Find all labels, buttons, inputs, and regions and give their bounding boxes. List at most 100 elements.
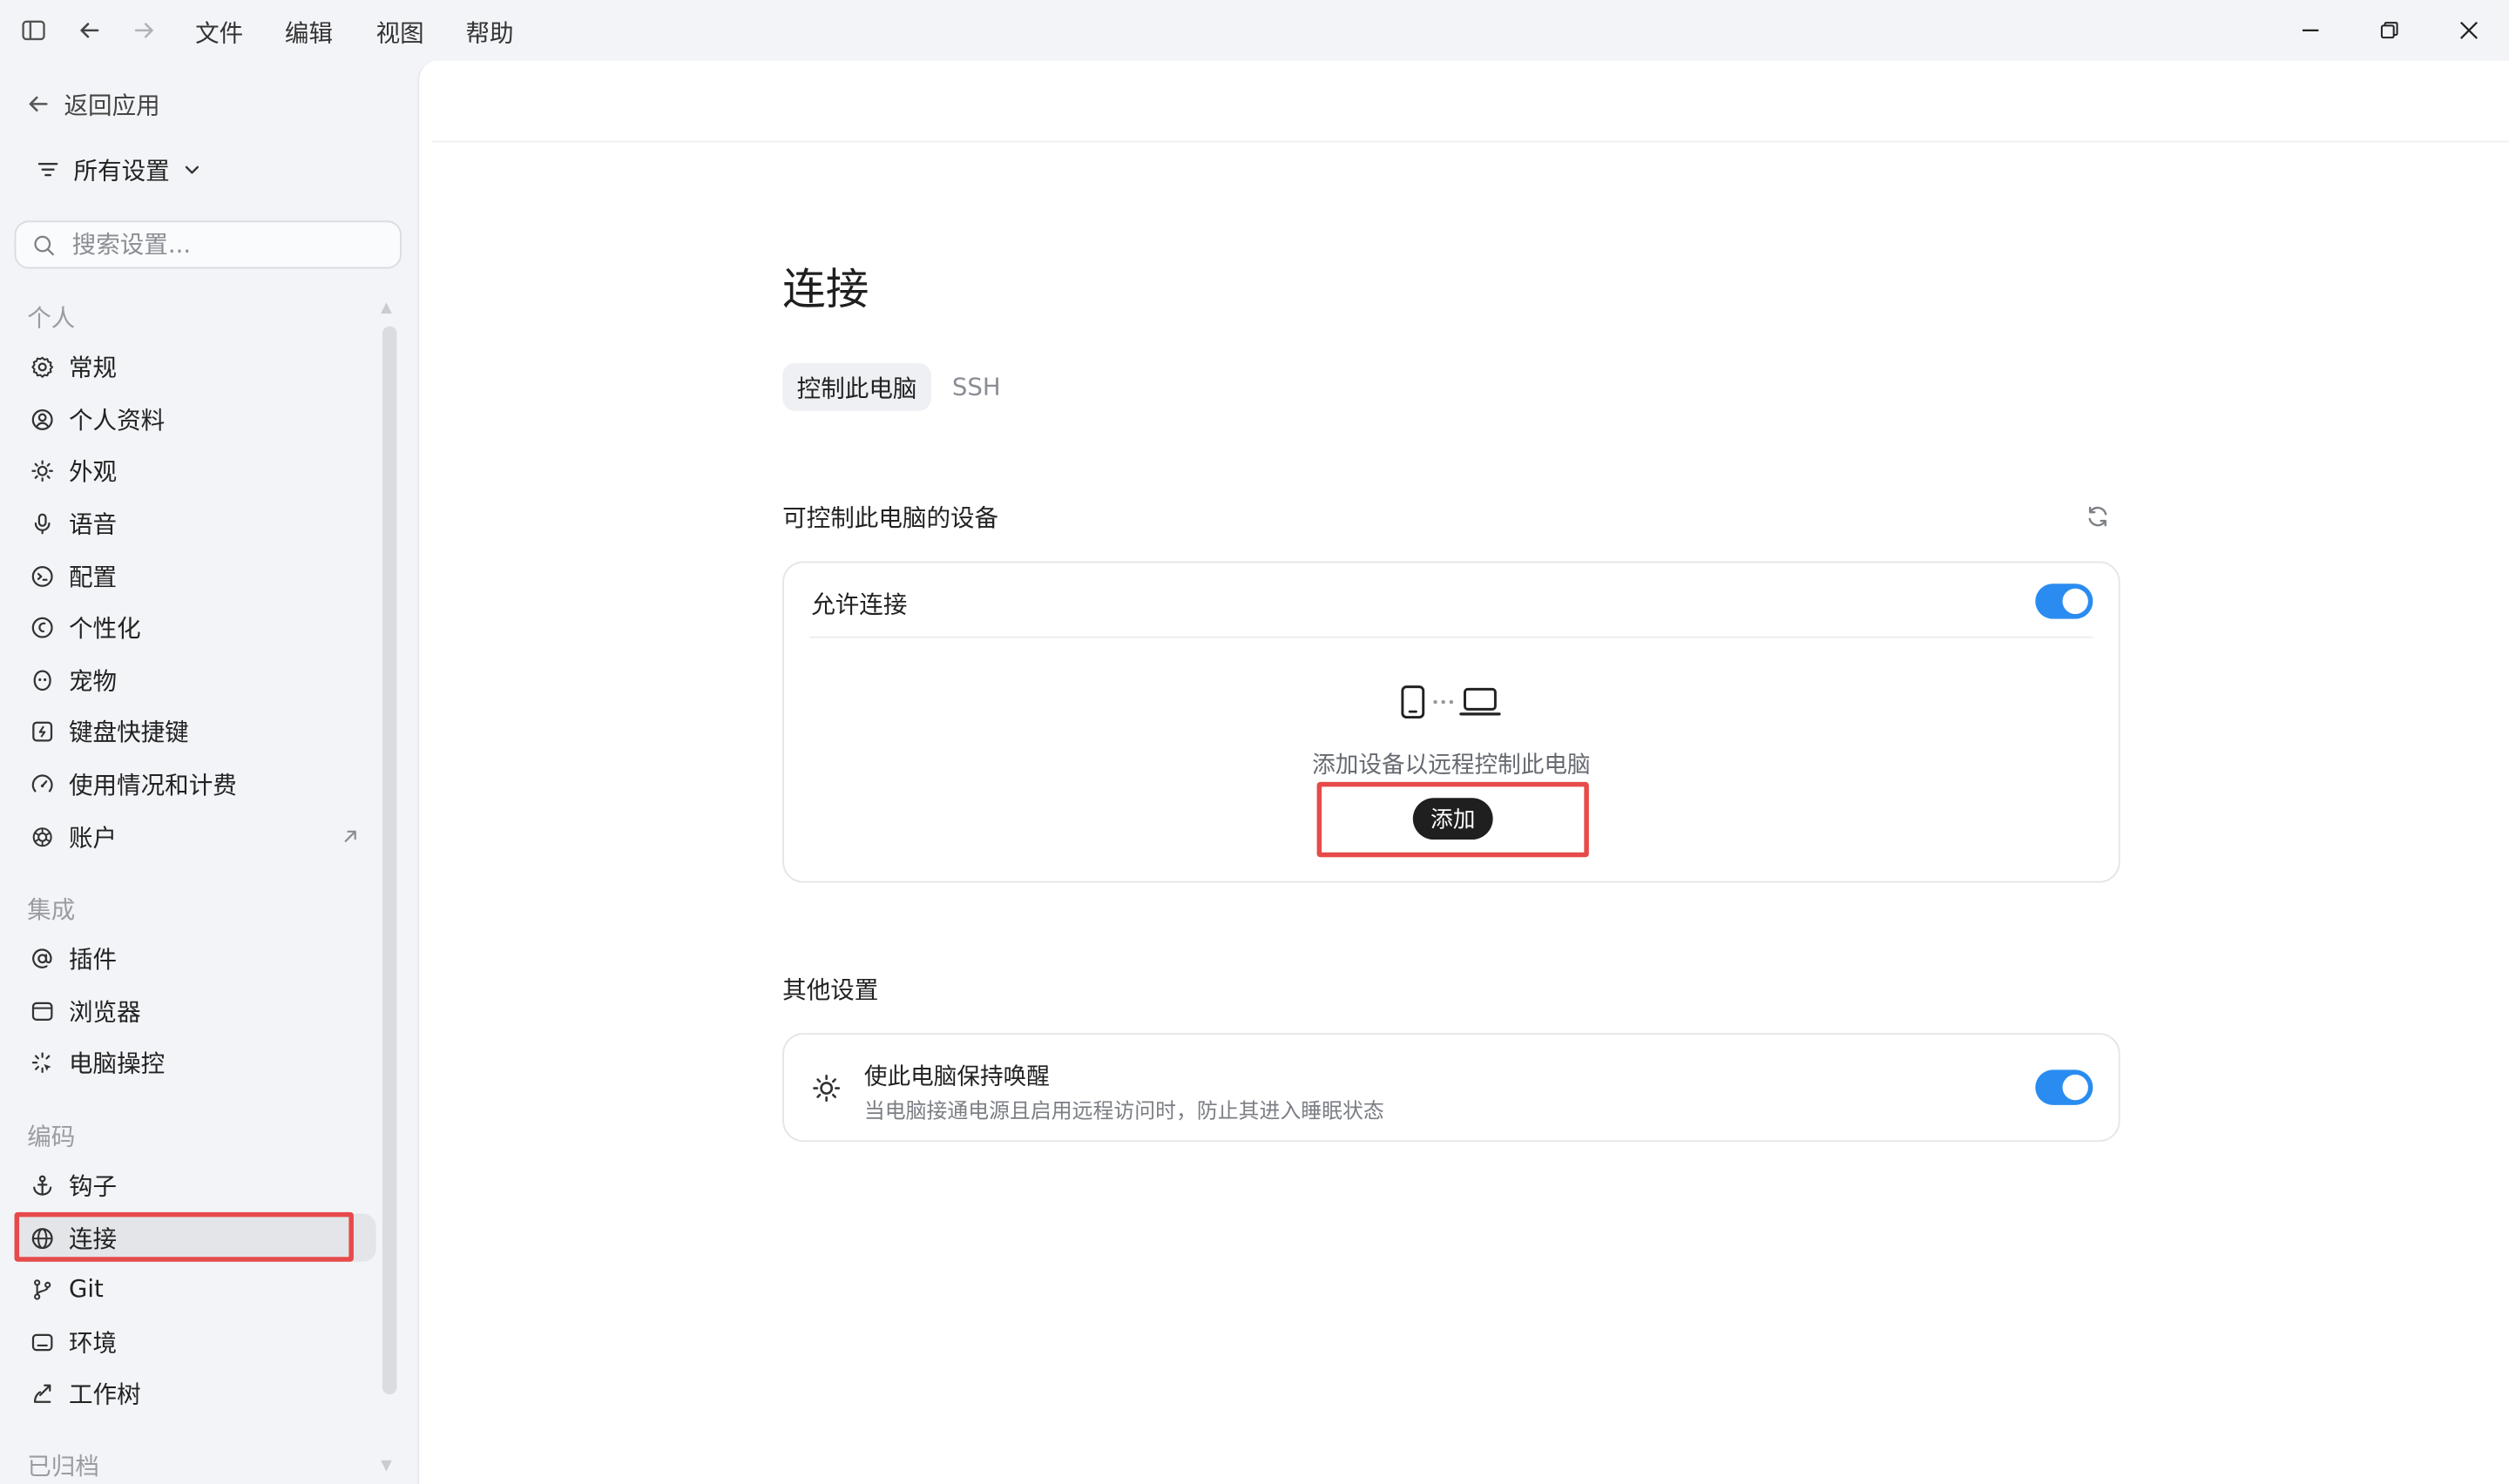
allow-connection-toggle[interactable] — [2035, 583, 2093, 619]
sidebar-item-profile[interactable]: 个人资料 — [15, 395, 376, 443]
back-to-app-link[interactable]: 返回应用 — [25, 86, 160, 121]
sidebar-item-label: Git — [68, 1274, 104, 1304]
git-branch-icon — [29, 1276, 54, 1301]
keep-awake-description: 当电脑接通电源且启用远程访问时，防止其进入睡眠状态 — [863, 1100, 1384, 1124]
filter-icon — [35, 157, 60, 182]
tab-control-this-pc[interactable]: 控制此电脑 — [782, 362, 931, 411]
all-settings-dropdown[interactable]: 所有设置 — [35, 152, 201, 186]
search-input[interactable] — [71, 230, 376, 260]
card-divider — [809, 636, 2093, 638]
sidebar-item-label: 个性化 — [68, 613, 141, 643]
menu-help[interactable]: 帮助 — [465, 16, 513, 50]
menu-view[interactable]: 视图 — [376, 16, 424, 50]
sidebar-item-browser[interactable]: 浏览器 — [15, 987, 376, 1035]
devices-section-title: 可控制此电脑的设备 — [782, 503, 999, 533]
laptop-icon — [1459, 686, 1501, 718]
sidebar-toggle-icon[interactable] — [17, 15, 50, 47]
section-archived: 已归档 — [27, 1452, 99, 1481]
sidebar-item-label: 外观 — [68, 456, 118, 486]
sidebar-item-environment[interactable]: 环境 — [15, 1318, 376, 1366]
sidebar-item-worktree[interactable]: 工作树 — [15, 1369, 376, 1417]
back-arrow-icon[interactable] — [73, 15, 105, 47]
arrow-left-icon — [25, 91, 51, 117]
settings-main-panel: 连接 控制此电脑 SSH 可控制此电脑的设备 允许连接 添加设备以远程控制此电脑… — [417, 60, 2509, 1484]
tab-ssh[interactable]: SSH — [937, 363, 1015, 411]
worktree-icon — [29, 1380, 54, 1406]
toggle-knob — [2062, 1074, 2088, 1101]
sidebar-item-connections[interactable]: 连接 — [14, 1213, 376, 1262]
title-bar: 文件 编辑 视图 帮助 — [0, 0, 2509, 61]
at-icon — [29, 945, 54, 970]
menu-edit[interactable]: 编辑 — [285, 16, 333, 50]
other-settings-title: 其他设置 — [782, 975, 879, 1005]
sun-icon — [811, 1073, 842, 1103]
sidebar-item-label: 账户 — [68, 822, 118, 852]
forward-arrow-icon[interactable] — [128, 15, 160, 47]
add-device-button[interactable]: 添加 — [1412, 798, 1493, 840]
sidebar-item-label: 钩子 — [68, 1171, 118, 1201]
refresh-icon[interactable] — [2085, 503, 2110, 536]
sidebar-item-label: 个人资料 — [68, 405, 166, 435]
minimize-icon[interactable] — [2293, 13, 2328, 48]
openai-icon — [29, 824, 54, 849]
settings-sidebar: 返回应用 所有设置 个人 常规 个人资料 — [0, 61, 416, 1484]
device-illustration — [1398, 685, 1501, 719]
sidebar-item-label: 配置 — [68, 562, 118, 591]
devices-card: 允许连接 添加设备以远程控制此电脑 添加 — [782, 561, 2120, 883]
restore-icon[interactable] — [2371, 13, 2406, 48]
sidebar-item-label: 插件 — [68, 944, 118, 974]
browser-icon — [29, 998, 54, 1023]
sidebar-item-label: 工作树 — [68, 1379, 141, 1408]
keep-awake-title: 使此电脑保持唤醒 — [863, 1064, 1050, 1091]
dots-icon — [1432, 698, 1455, 707]
sidebar-item-git[interactable]: Git — [15, 1265, 376, 1312]
sidebar-item-label: 电脑操控 — [68, 1048, 166, 1077]
allow-connection-label: 允许连接 — [811, 590, 908, 619]
connection-tabs: 控制此电脑 SSH — [782, 362, 1015, 411]
sidebar-item-general[interactable]: 常规 — [15, 342, 376, 390]
chevron-down-icon — [182, 160, 201, 179]
globe-icon — [29, 1225, 54, 1251]
smile-icon — [29, 614, 54, 639]
sidebar-item-plugins[interactable]: 插件 — [15, 934, 376, 981]
toggle-knob — [2062, 588, 2088, 615]
config-icon — [29, 563, 54, 588]
scroll-down-arrow-icon[interactable]: ▼ — [381, 1459, 392, 1474]
sidebar-item-label: 常规 — [68, 352, 118, 381]
close-icon[interactable] — [2452, 13, 2486, 48]
keyboard-icon — [29, 718, 54, 743]
other-settings-card: 使此电脑保持唤醒 当电脑接通电源且启用远程访问时，防止其进入睡眠状态 — [782, 1033, 2120, 1143]
sidebar-item-label: 键盘快捷键 — [68, 717, 189, 746]
sidebar-item-account[interactable]: 账户 — [15, 813, 376, 860]
gauge-icon — [29, 771, 54, 796]
sidebar-item-label: 语音 — [68, 509, 118, 538]
sidebar-item-config[interactable]: 配置 — [15, 551, 376, 599]
search-icon — [32, 233, 57, 257]
scroll-up-arrow-icon[interactable]: ▲ — [381, 300, 392, 316]
all-settings-label: 所有设置 — [73, 156, 170, 186]
sidebar-item-pets[interactable]: 宠物 — [15, 656, 376, 704]
sidebar-item-label: 环境 — [68, 1327, 118, 1358]
sidebar-item-voice[interactable]: 语音 — [15, 499, 376, 547]
sidebar-item-label: 浏览器 — [68, 996, 141, 1026]
page-title: 连接 — [782, 265, 869, 315]
empty-state-text: 添加设备以远程控制此电脑 — [1312, 752, 1591, 779]
sidebar-item-appearance[interactable]: 外观 — [15, 446, 376, 494]
user-circle-icon — [29, 406, 54, 431]
sidebar-item-shortcuts[interactable]: 键盘快捷键 — [15, 707, 376, 755]
terminal-icon — [29, 1329, 54, 1354]
sun-icon — [29, 457, 54, 482]
gear-icon — [29, 354, 54, 379]
sidebar-item-computer-use[interactable]: 电脑操控 — [15, 1038, 376, 1086]
keep-awake-toggle[interactable] — [2035, 1069, 2093, 1105]
sidebar-item-personalization[interactable]: 个性化 — [15, 603, 376, 651]
sidebar-item-label: 使用情况和计费 — [68, 770, 237, 799]
sidebar-item-usage[interactable]: 使用情况和计费 — [15, 759, 376, 807]
back-label: 返回应用 — [64, 90, 160, 119]
sidebar-item-label: 宠物 — [68, 665, 118, 695]
sidebar-scrollbar[interactable] — [382, 326, 397, 1395]
sidebar-item-hooks[interactable]: 钩子 — [15, 1161, 376, 1209]
main-header-bar — [431, 61, 2509, 143]
menu-file[interactable]: 文件 — [195, 16, 243, 50]
microphone-icon — [29, 510, 54, 536]
